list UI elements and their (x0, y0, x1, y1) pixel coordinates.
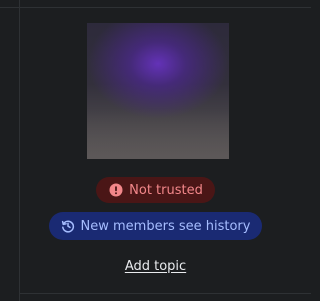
history-visibility-label: New members see history (80, 218, 251, 234)
room-info-panel: Not trusted New members see history Add … (0, 0, 311, 301)
history-badge-row: New members see history (0, 212, 311, 240)
not-trusted-badge: Not trusted (96, 177, 215, 203)
bottom-divider (20, 293, 311, 294)
not-trusted-label: Not trusted (129, 182, 203, 198)
trust-badge-row: Not trusted (0, 177, 311, 203)
exclamation-circle-icon (109, 183, 123, 197)
top-divider (0, 7, 311, 8)
history-visibility-badge: New members see history (48, 212, 263, 240)
history-icon (61, 219, 75, 233)
room-avatar[interactable] (87, 23, 229, 159)
left-divider (19, 0, 20, 301)
add-topic-link[interactable]: Add topic (0, 259, 311, 274)
